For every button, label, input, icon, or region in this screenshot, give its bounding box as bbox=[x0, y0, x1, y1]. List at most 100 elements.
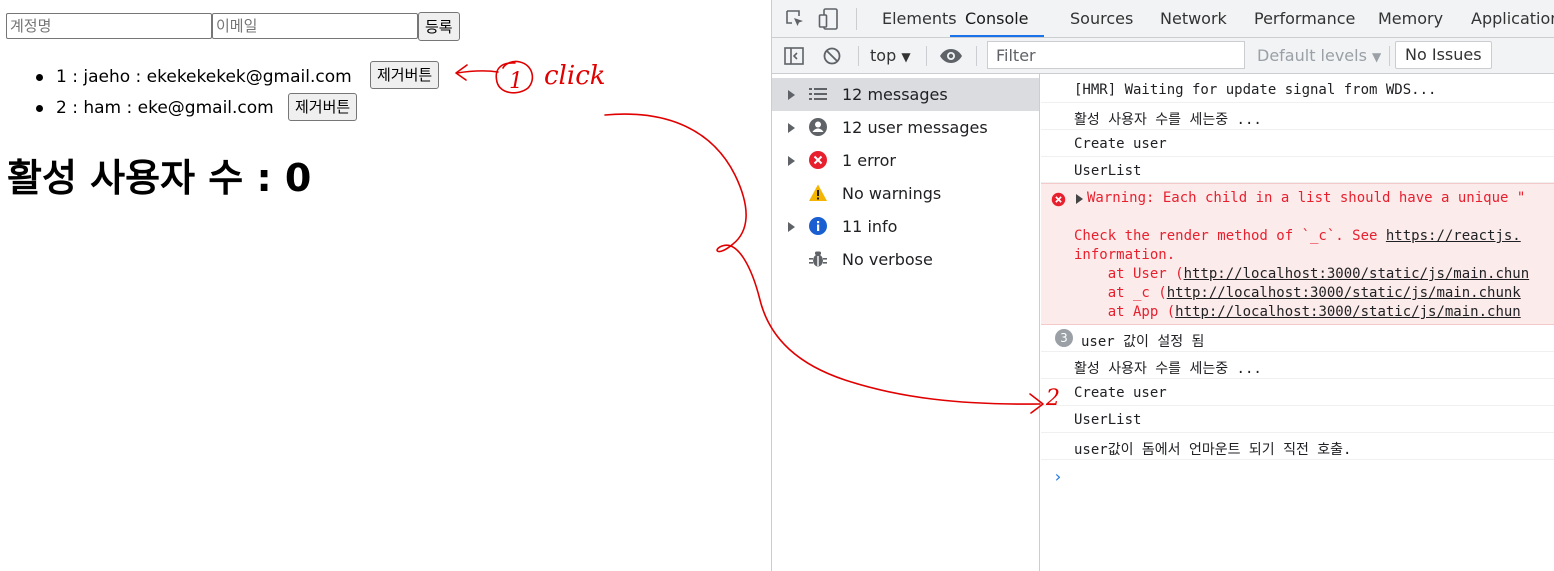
stack-frame: at _c (http://localhost:3000/static/js/m… bbox=[1074, 285, 1521, 301]
expand-arrow-icon[interactable] bbox=[788, 222, 795, 232]
console-message: 활성 사용자 수를 세는중 ... bbox=[1041, 103, 1554, 130]
user-list-item: 1 : jaeho : ekekekekek@gmail.com bbox=[36, 66, 352, 88]
expand-arrow-icon[interactable] bbox=[788, 123, 795, 133]
user-info: 1 : jaeho : ekekekekek@gmail.com bbox=[56, 67, 352, 87]
divider bbox=[976, 46, 977, 66]
reactjs-link[interactable]: https://reactjs. bbox=[1386, 228, 1521, 244]
divider bbox=[1389, 46, 1390, 66]
divider bbox=[858, 46, 859, 66]
console-message-text: Create user bbox=[1074, 385, 1167, 401]
console-message: UserList bbox=[1041, 406, 1554, 433]
log-levels-label: Default levels bbox=[1257, 46, 1367, 65]
warning-line: information. bbox=[1074, 247, 1176, 263]
tab-sources[interactable]: Sources bbox=[1070, 0, 1133, 37]
log-levels-dropdown[interactable]: Default levels ▼ bbox=[1257, 46, 1381, 65]
sidebar-item-messages[interactable]: 12 messages bbox=[772, 78, 1039, 111]
console-message: Create user bbox=[1041, 379, 1554, 406]
sidebar-item-label: 1 error bbox=[842, 151, 896, 170]
tab-elements[interactable]: Elements bbox=[882, 0, 957, 37]
sidebar-toggle-icon[interactable] bbox=[783, 45, 805, 67]
info-icon bbox=[808, 216, 828, 236]
divider bbox=[856, 8, 857, 30]
stack-frame-link[interactable]: http://localhost:3000/static/js/main.chu… bbox=[1167, 285, 1521, 301]
live-expression-eye-icon[interactable] bbox=[939, 46, 963, 66]
console-message: user값이 돔에서 언마운트 되기 직전 호출. bbox=[1041, 433, 1554, 460]
expand-arrow-icon[interactable] bbox=[788, 156, 795, 166]
account-name-input[interactable] bbox=[6, 13, 212, 39]
console-message-repeated: 3 user 값이 설정 됨 bbox=[1041, 325, 1554, 352]
console-sidebar: 12 messages 12 user messages 1 error No … bbox=[772, 74, 1040, 571]
console-message: [HMR] Waiting for update signal from WDS… bbox=[1041, 76, 1554, 103]
devtools-panel: Elements Console Sources Network Perform… bbox=[771, 0, 1554, 571]
console-message: Create user bbox=[1041, 130, 1554, 157]
divider bbox=[926, 46, 927, 66]
tab-network[interactable]: Network bbox=[1160, 0, 1227, 37]
user-icon bbox=[808, 117, 828, 137]
error-icon bbox=[1051, 192, 1066, 207]
react-app: 등록 1 : jaeho : ekekekekek@gmail.com 제거버튼… bbox=[0, 0, 771, 571]
filter-input[interactable] bbox=[987, 41, 1245, 69]
stack-frame-prefix: at App ( bbox=[1074, 304, 1176, 320]
list-bullet bbox=[36, 74, 43, 81]
warning-line: Check the render method of `_c`. See htt… bbox=[1074, 228, 1521, 244]
active-user-count-heading: 활성 사용자 수 : 0 bbox=[7, 156, 312, 200]
tab-memory[interactable]: Memory bbox=[1378, 0, 1443, 37]
sidebar-item-user-messages[interactable]: 12 user messages bbox=[772, 111, 1039, 144]
tab-performance[interactable]: Performance bbox=[1254, 0, 1355, 37]
repeat-count-badge: 3 bbox=[1055, 329, 1073, 347]
console-prompt-chevron-icon[interactable]: › bbox=[1053, 467, 1063, 486]
clear-console-icon[interactable] bbox=[822, 46, 842, 66]
remove-user-button[interactable]: 제거버튼 bbox=[370, 61, 440, 89]
console-message: UserList bbox=[1041, 157, 1554, 183]
sidebar-item-label: 11 info bbox=[842, 217, 898, 236]
stack-frame: at App (http://localhost:3000/static/js/… bbox=[1074, 304, 1521, 320]
sidebar-item-label: 12 user messages bbox=[842, 118, 988, 137]
inspect-element-icon[interactable] bbox=[784, 8, 806, 30]
issues-button[interactable]: No Issues bbox=[1395, 41, 1492, 69]
console-message-text: Create user bbox=[1074, 136, 1167, 152]
sidebar-item-errors[interactable]: 1 error bbox=[772, 144, 1039, 177]
devtools-tab-bar: Elements Console Sources Network Perform… bbox=[772, 0, 1554, 38]
warning-icon bbox=[808, 183, 828, 203]
context-label: top bbox=[870, 46, 897, 65]
warning-text: Check the render method of `_c`. See bbox=[1074, 228, 1386, 244]
sidebar-item-warnings[interactable]: No warnings bbox=[772, 177, 1039, 210]
email-input[interactable] bbox=[212, 13, 418, 39]
stack-frame-link[interactable]: http://localhost:3000/static/js/main.chu… bbox=[1184, 266, 1530, 282]
stack-frame-prefix: at User ( bbox=[1074, 266, 1184, 282]
dropdown-arrow-icon: ▼ bbox=[1372, 50, 1382, 64]
register-button[interactable]: 등록 bbox=[418, 12, 460, 41]
list-bullet bbox=[36, 105, 43, 112]
bug-icon bbox=[808, 249, 828, 269]
sidebar-item-label: No warnings bbox=[842, 184, 942, 203]
console-message-text: UserList bbox=[1074, 412, 1142, 428]
context-selector[interactable]: top ▼ bbox=[870, 46, 911, 65]
console-message-text: [HMR] Waiting for update signal from WDS… bbox=[1074, 82, 1437, 98]
stack-frame-prefix: at _c ( bbox=[1074, 285, 1167, 301]
error-icon bbox=[808, 150, 828, 170]
sidebar-item-label: No verbose bbox=[842, 250, 933, 269]
console-message-text: user 값이 설정 됨 bbox=[1081, 334, 1205, 350]
tab-console[interactable]: Console bbox=[950, 0, 1044, 37]
sidebar-item-verbose[interactable]: No verbose bbox=[772, 243, 1039, 276]
sidebar-item-label: 12 messages bbox=[842, 85, 948, 104]
console-message-text: UserList bbox=[1074, 163, 1142, 179]
user-list-item: 2 : ham : eke@gmail.com bbox=[36, 97, 274, 119]
stack-frame: at User (http://localhost:3000/static/js… bbox=[1074, 266, 1529, 282]
console-message-text: user값이 돔에서 언마운트 되기 직전 호출. bbox=[1074, 442, 1352, 458]
expand-arrow-icon[interactable] bbox=[1076, 194, 1083, 204]
tab-application[interactable]: Application bbox=[1471, 0, 1554, 37]
console-message: 활성 사용자 수를 세는중 ... bbox=[1041, 352, 1554, 379]
warning-line: Warning: Each child in a list should hav… bbox=[1087, 190, 1526, 206]
list-icon bbox=[808, 84, 828, 104]
remove-user-button[interactable]: 제거버튼 bbox=[288, 93, 358, 121]
expand-arrow-icon[interactable] bbox=[788, 90, 795, 100]
console-error-message: Warning: Each child in a list should hav… bbox=[1041, 183, 1554, 325]
sidebar-item-info[interactable]: 11 info bbox=[772, 210, 1039, 243]
stack-frame-link[interactable]: http://localhost:3000/static/js/main.chu… bbox=[1175, 304, 1521, 320]
console-message-text: 활성 사용자 수를 세는중 ... bbox=[1074, 112, 1262, 128]
device-toolbar-icon[interactable] bbox=[818, 7, 840, 31]
console-messages: [HMR] Waiting for update signal from WDS… bbox=[1041, 74, 1554, 571]
dropdown-arrow-icon: ▼ bbox=[901, 50, 911, 64]
user-info: 2 : ham : eke@gmail.com bbox=[56, 98, 274, 118]
